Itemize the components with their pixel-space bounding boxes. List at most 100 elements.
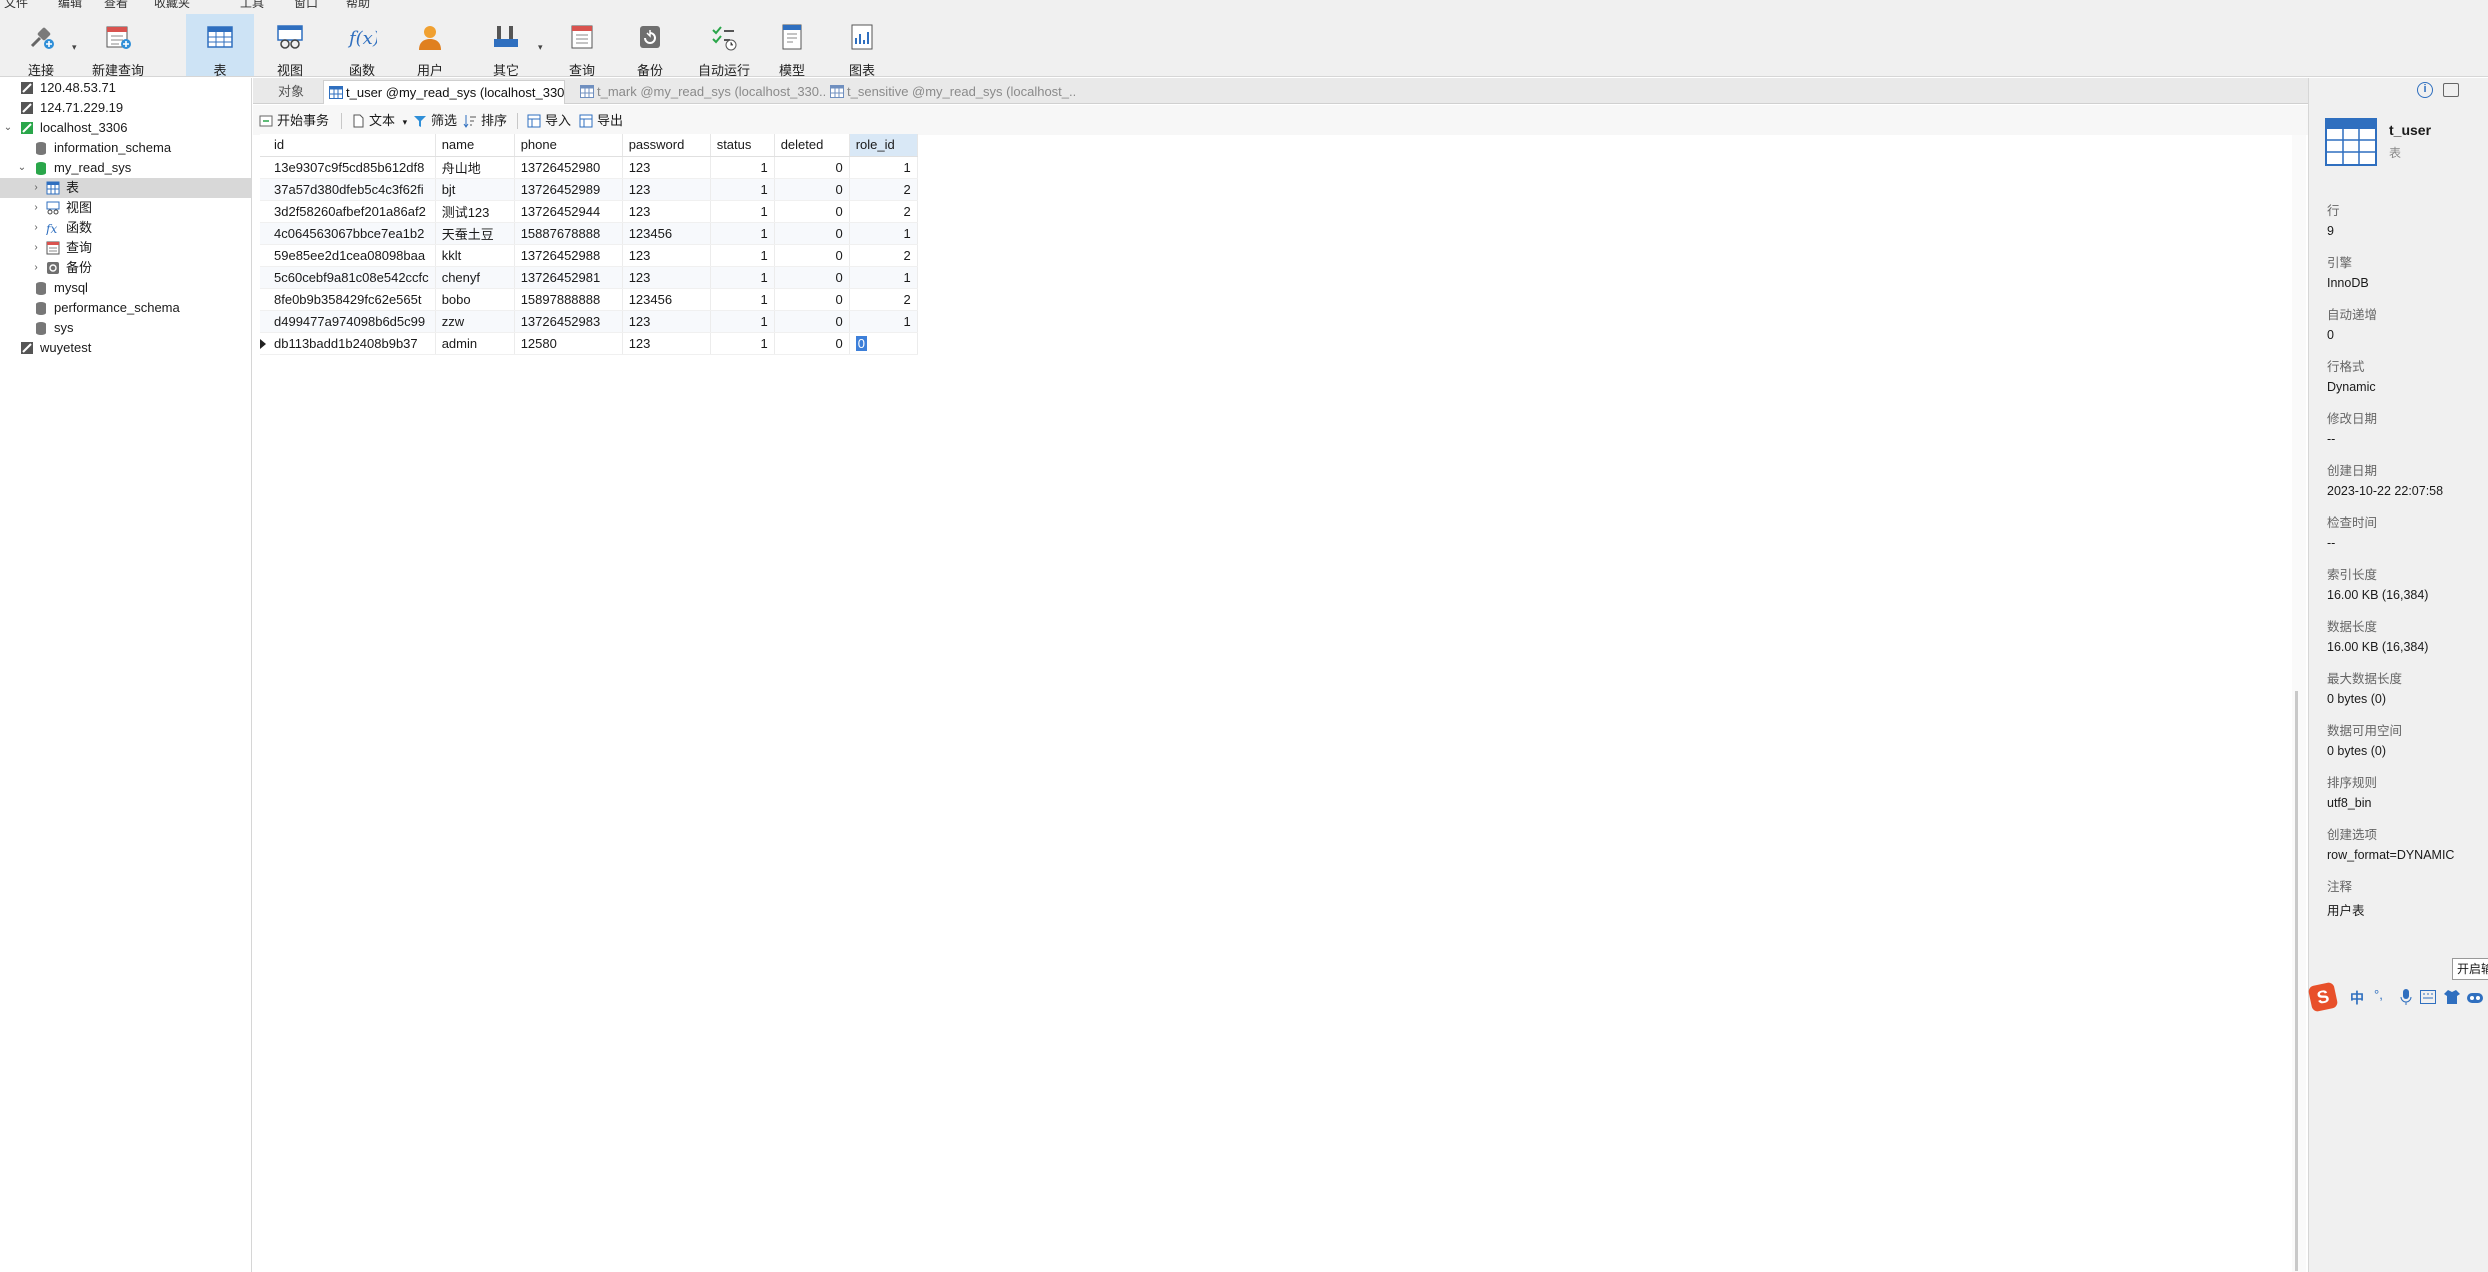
- chevron-right-icon[interactable]: ›: [30, 218, 42, 238]
- cell-name[interactable]: zzw: [435, 310, 515, 333]
- info-icon[interactable]: i: [2417, 82, 2433, 98]
- import-button[interactable]: 导入: [525, 111, 571, 131]
- toolbox-icon[interactable]: [2466, 990, 2484, 1004]
- cell-status[interactable]: 1: [710, 332, 775, 355]
- nav-db-mysql[interactable]: mysql: [0, 278, 251, 298]
- cell-status[interactable]: 1: [710, 266, 775, 289]
- tab-t-mark[interactable]: t_mark @my_read_sys (localhost_330...: [575, 80, 825, 104]
- nav-group-functions[interactable]: › fx 函数: [0, 218, 251, 238]
- row-header[interactable]: [260, 332, 268, 355]
- cell-deleted[interactable]: 0: [774, 288, 850, 311]
- column-header-password[interactable]: password: [622, 134, 711, 157]
- cell-name[interactable]: 天蚕土豆: [435, 222, 515, 245]
- cell-deleted[interactable]: 0: [774, 156, 850, 179]
- cell-phone[interactable]: 13726452980: [514, 156, 623, 179]
- nav-conn-120-48-53-71[interactable]: 120.48.53.71: [0, 78, 251, 98]
- nav-group-backups[interactable]: › 备份: [0, 258, 251, 278]
- cell-status[interactable]: 1: [710, 222, 775, 245]
- ime-mode-toggle[interactable]: 中: [2350, 988, 2364, 1008]
- cell-phone[interactable]: 12580: [514, 332, 623, 355]
- other-dropdown-icon[interactable]: ▾: [538, 42, 543, 53]
- ddl-icon[interactable]: [2443, 83, 2459, 97]
- table-row[interactable]: 5c60cebf9a81c08e542ccfc chenyf 13726452981…: [260, 266, 918, 289]
- menu-favorites[interactable]: 收藏夹: [154, 0, 190, 8]
- column-header-deleted[interactable]: deleted: [774, 134, 850, 157]
- cell-phone[interactable]: 13726452983: [514, 310, 623, 333]
- column-header-name[interactable]: name: [435, 134, 515, 157]
- cell-role-id[interactable]: 2: [849, 288, 918, 311]
- table-row[interactable]: 13e9307c9f5cd85b612df8 舟山地 13726452980 123 1…: [260, 156, 918, 179]
- cell-password[interactable]: 123456: [622, 288, 711, 311]
- user-button[interactable]: 用户: [400, 14, 460, 78]
- cell-password[interactable]: 123: [622, 266, 711, 289]
- cell-id[interactable]: 59e85ee2d1cea08098baa: [268, 244, 436, 267]
- nav-db-performance-schema[interactable]: performance_schema: [0, 298, 251, 318]
- microphone-icon[interactable]: [2400, 989, 2412, 1005]
- row-header[interactable]: [260, 222, 268, 245]
- export-button[interactable]: 导出: [577, 111, 623, 131]
- chevron-down-icon[interactable]: ⌄: [2, 118, 14, 138]
- cell-id[interactable]: 5c60cebf9a81c08e542ccfc: [268, 266, 436, 289]
- filter-button[interactable]: 筛选: [411, 111, 457, 131]
- cell-password[interactable]: 123: [622, 310, 711, 333]
- nav-db-information-schema[interactable]: information_schema: [0, 138, 251, 158]
- chevron-right-icon[interactable]: ›: [30, 258, 42, 278]
- nav-db-my-read-sys[interactable]: ⌄ my_read_sys: [0, 158, 251, 178]
- cell-deleted[interactable]: 0: [774, 178, 850, 201]
- cell-status[interactable]: 1: [710, 288, 775, 311]
- chevron-right-icon[interactable]: ›: [30, 178, 42, 198]
- cell-name[interactable]: admin: [435, 332, 515, 355]
- cell-role-id[interactable]: 1: [849, 156, 918, 179]
- table-row[interactable]: db113badd1b2408b9b37 admin 12580 123 1 0 0: [260, 332, 918, 355]
- query-button[interactable]: 查询: [552, 14, 612, 78]
- cell-id[interactable]: 37a57d380dfeb5c4c3f62fi: [268, 178, 436, 201]
- row-header[interactable]: [260, 178, 268, 201]
- row-header[interactable]: [260, 310, 268, 333]
- cell-name[interactable]: 舟山地: [435, 156, 515, 179]
- keyboard-icon[interactable]: [2420, 990, 2436, 1004]
- cell-password[interactable]: 123: [622, 244, 711, 267]
- table-row[interactable]: 59e85ee2d1cea08098baa kklt 13726452988 123 1…: [260, 244, 918, 267]
- cell-name[interactable]: bjt: [435, 178, 515, 201]
- autorun-button[interactable]: 自动运行: [690, 14, 758, 78]
- cell-status[interactable]: 1: [710, 310, 775, 333]
- table-row[interactable]: 37a57d380dfeb5c4c3f62fi bjt 13726452989 123…: [260, 178, 918, 201]
- table-button[interactable]: 表: [186, 14, 254, 78]
- cell-phone[interactable]: 13726452988: [514, 244, 623, 267]
- menu-tools[interactable]: 工具: [240, 0, 264, 8]
- row-header[interactable]: [260, 200, 268, 223]
- cell-status[interactable]: 1: [710, 178, 775, 201]
- menu-help[interactable]: 帮助: [346, 0, 370, 8]
- cell-deleted[interactable]: 0: [774, 222, 850, 245]
- chart-button[interactable]: 图表: [834, 14, 890, 78]
- cell-password[interactable]: 123: [622, 200, 711, 223]
- row-header[interactable]: [260, 266, 268, 289]
- sogou-logo-icon[interactable]: S: [2307, 981, 2339, 1013]
- table-row[interactable]: 3d2f58260afbef201a86af2 测试123 13726452944 1…: [260, 200, 918, 223]
- grid-vertical-scrollbar[interactable]: [2292, 135, 2306, 1272]
- cell-role-id[interactable]: 2: [849, 244, 918, 267]
- cell-name[interactable]: chenyf: [435, 266, 515, 289]
- cell-password[interactable]: 123456: [622, 222, 711, 245]
- menu-edit[interactable]: 编辑: [58, 0, 82, 8]
- table-row[interactable]: 4c064563067bbce7ea1b2 天蚕土豆 15887678888 1234…: [260, 222, 918, 245]
- tab-t-sensitive[interactable]: t_sensitive @my_read_sys (localhost_...: [825, 80, 1075, 104]
- menu-window[interactable]: 窗口: [294, 0, 318, 8]
- cell-deleted[interactable]: 0: [774, 266, 850, 289]
- backup-button[interactable]: 备份: [622, 14, 678, 78]
- cell-status[interactable]: 1: [710, 244, 775, 267]
- row-header[interactable]: [260, 244, 268, 267]
- cell-deleted[interactable]: 0: [774, 244, 850, 267]
- punctuation-icon[interactable]: °,: [2374, 987, 2383, 1002]
- model-button[interactable]: 模型: [764, 14, 820, 78]
- cell-password[interactable]: 123: [622, 156, 711, 179]
- tab-objects[interactable]: 对象: [261, 80, 321, 104]
- column-header-phone[interactable]: phone: [514, 134, 623, 157]
- connect-button[interactable]: 连接: [16, 14, 66, 78]
- view-button[interactable]: 视图: [260, 14, 320, 78]
- sort-button[interactable]: 排序: [461, 111, 507, 131]
- new-query-button[interactable]: 新建查询: [86, 14, 150, 78]
- cell-name[interactable]: kklt: [435, 244, 515, 267]
- cell-role-id[interactable]: 2: [849, 200, 918, 223]
- cell-id[interactable]: 4c064563067bbce7ea1b2: [268, 222, 436, 245]
